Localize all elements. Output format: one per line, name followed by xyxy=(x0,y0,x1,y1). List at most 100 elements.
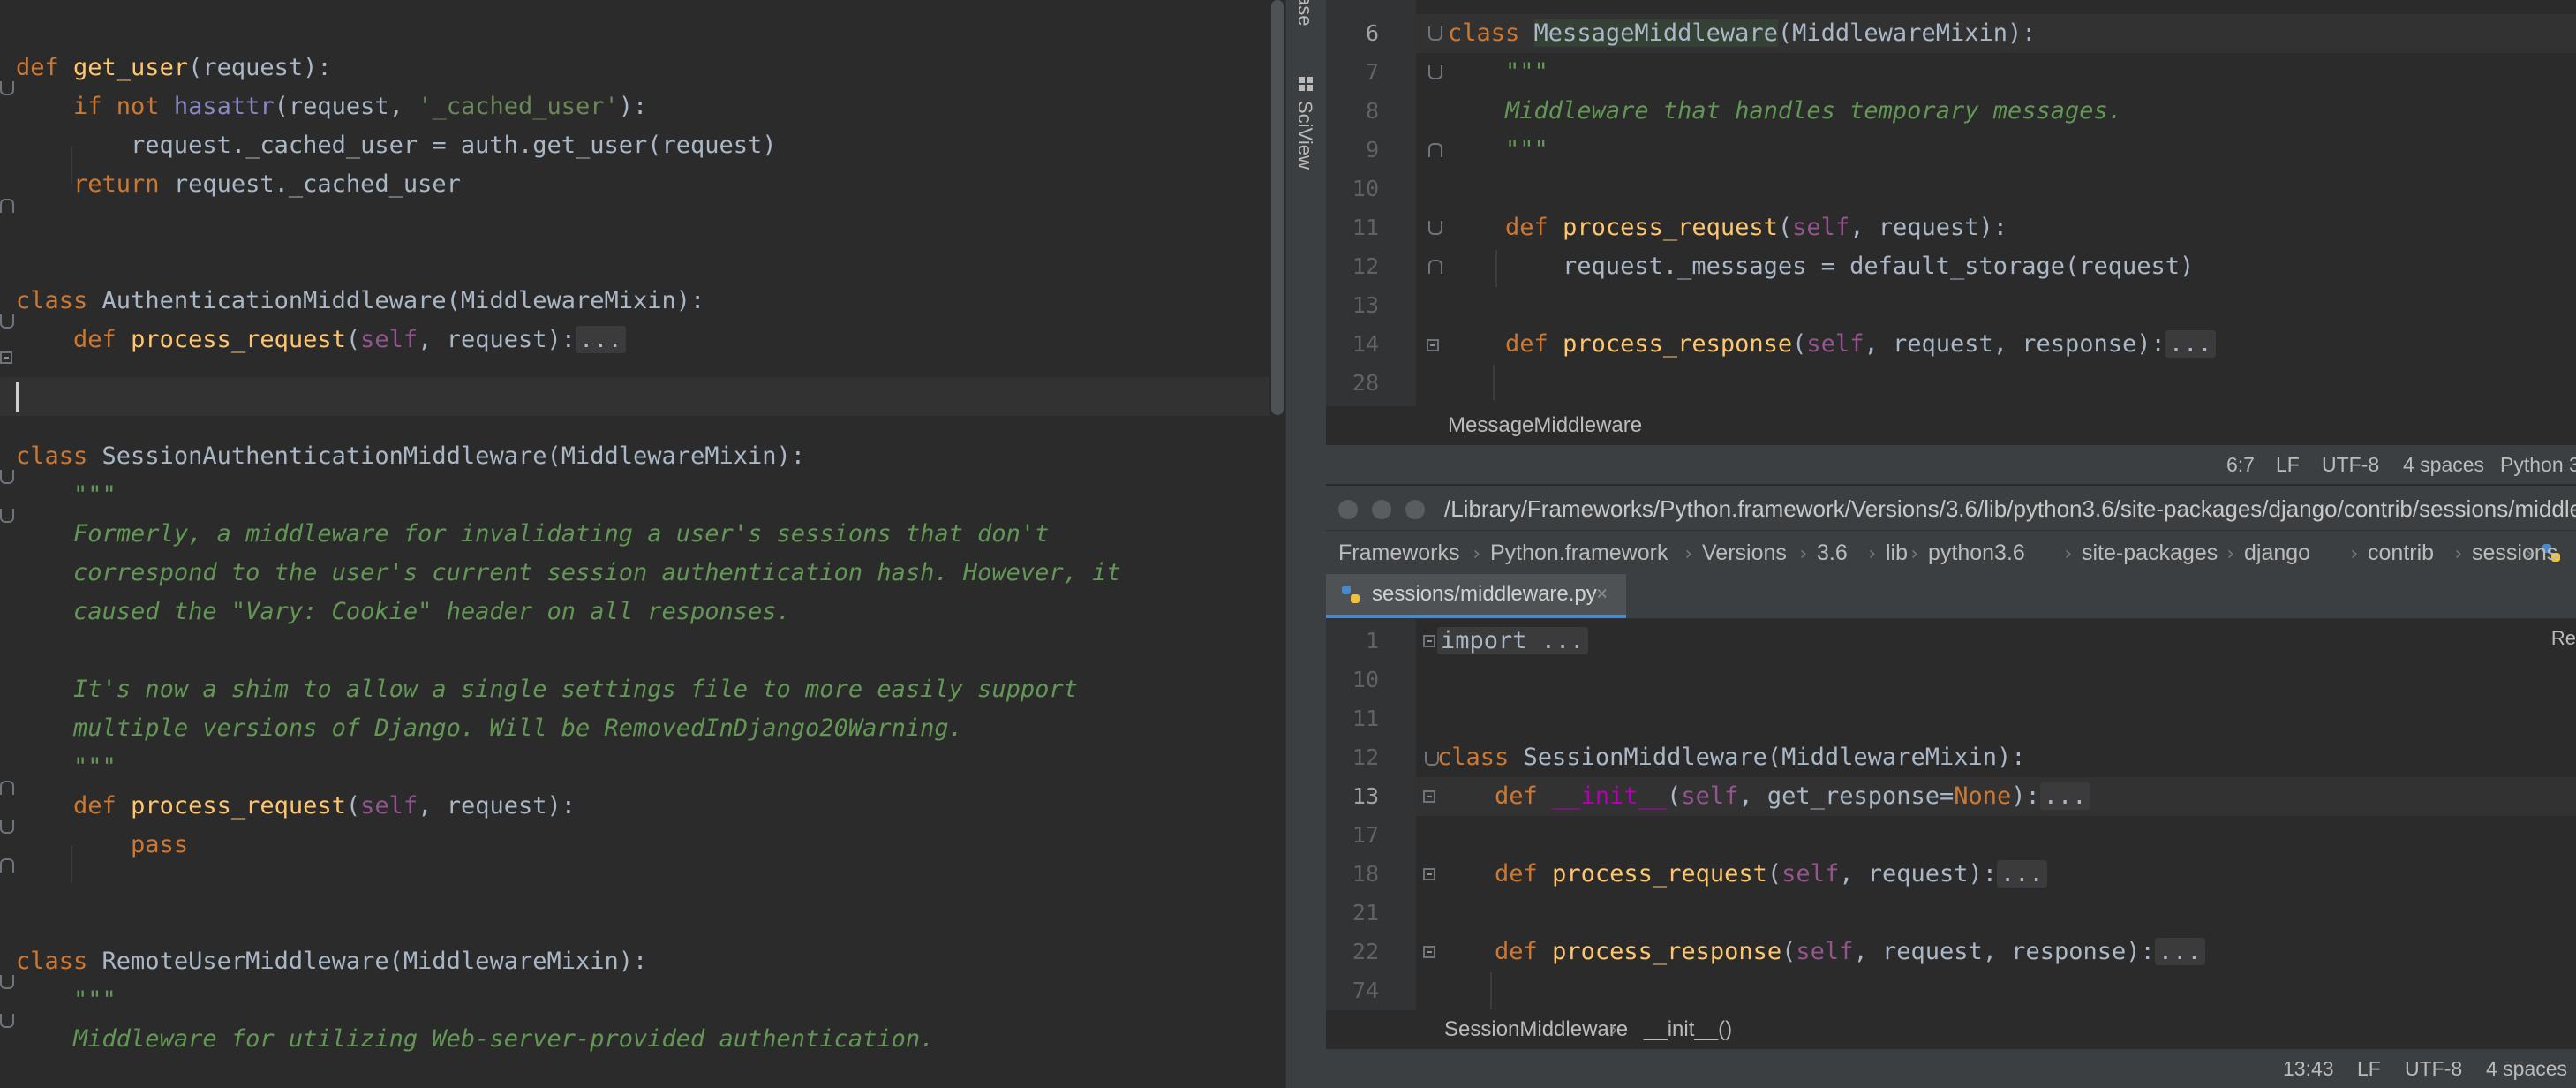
fold-marker-icon[interactable] xyxy=(0,858,14,873)
folded-code-placeholder[interactable]: ... xyxy=(2165,330,2216,358)
nav-crumb[interactable]: Python.framework xyxy=(1490,531,1668,575)
nav-crumb[interactable]: Frameworks xyxy=(1338,531,1460,575)
code-token: def xyxy=(1505,330,1563,358)
fold-marker-icon[interactable] xyxy=(0,509,14,523)
fold-expand-icon[interactable] xyxy=(1423,946,1435,958)
reader-mode-toggle[interactable]: Re xyxy=(2551,619,2576,658)
nav-crumb[interactable]: django xyxy=(2244,531,2310,575)
code-line[interactable]: request._cached_user = auth.get_user(req… xyxy=(16,126,777,165)
status-line-separator[interactable]: LF xyxy=(2276,445,2300,484)
nav-crumb[interactable]: site-packages xyxy=(2082,531,2218,575)
code-line[interactable]: Formerly, a middleware for invalidating … xyxy=(16,515,1049,554)
status-interpreter[interactable]: Python 3 xyxy=(2500,445,2576,484)
fold-marker-icon[interactable] xyxy=(1425,752,1439,766)
status-indent[interactable]: 4 spaces xyxy=(2403,445,2484,484)
fold-marker-icon[interactable] xyxy=(0,781,14,795)
code-line[interactable]: def process_response(self, request, resp… xyxy=(1448,325,2216,364)
fold-marker-icon[interactable] xyxy=(0,199,14,213)
bottom-editor[interactable]: 1 10 11 12 13 17 18 21 22 74 import ... class Sess… xyxy=(1326,619,2576,1010)
breadcrumb-method[interactable]: __init__() xyxy=(1644,1010,1732,1049)
code-line[interactable]: """ xyxy=(1448,131,1548,170)
tab-sessions-middleware[interactable]: sessions/middleware.py × xyxy=(1326,574,1626,618)
close-icon[interactable]: × xyxy=(1596,574,1608,615)
code-token: """ xyxy=(73,986,117,1014)
nav-crumb[interactable]: sessions xyxy=(2472,531,2557,575)
code-line[interactable]: pass xyxy=(16,826,188,865)
fold-marker-icon[interactable] xyxy=(1428,221,1442,235)
code-line[interactable]: class SessionAuthenticationMiddleware(Mi… xyxy=(16,437,805,476)
fold-marker-icon[interactable] xyxy=(0,975,14,989)
code-line[interactable]: class AuthenticationMiddleware(Middlewar… xyxy=(16,282,704,321)
status-indent[interactable]: 4 spaces xyxy=(2486,1049,2567,1088)
folded-code-placeholder[interactable]: ... xyxy=(2154,938,2205,965)
fold-marker-icon[interactable] xyxy=(0,314,14,329)
fold-marker-icon[interactable] xyxy=(1428,65,1442,79)
code-line[interactable]: return request._cached_user xyxy=(16,165,461,204)
status-position[interactable]: 6:7 xyxy=(2226,445,2255,484)
fold-marker-icon[interactable] xyxy=(0,1014,14,1028)
code-line[interactable]: def __init__(self, get_response=None):..… xyxy=(1437,777,2090,816)
code-line[interactable]: correspond to the user's current session… xyxy=(16,554,1121,593)
tool-tab-database[interactable]: ase xyxy=(1293,0,1316,26)
nav-crumb[interactable]: contrib xyxy=(2368,531,2434,575)
fold-marker-icon[interactable] xyxy=(1428,143,1442,157)
code-line[interactable]: """ xyxy=(16,981,117,1020)
breadcrumb-class[interactable]: MessageMiddleware xyxy=(1448,406,1642,445)
status-encoding[interactable]: UTF-8 xyxy=(2322,445,2379,484)
code-line[interactable]: """ xyxy=(16,748,117,787)
zoom-window-button[interactable] xyxy=(1405,500,1425,519)
code-line[interactable]: class SessionMiddleware(MiddlewareMixin)… xyxy=(1437,738,2026,777)
top-editor[interactable]: 6 7 8 9 10 11 12 13 14 28 class MessageMiddleware… xyxy=(1326,0,2576,406)
code-line[interactable]: import ... xyxy=(1437,622,1588,661)
code-line[interactable]: def process_request(self, request): xyxy=(1448,208,2007,247)
code-line[interactable]: def process_response(self, request, resp… xyxy=(1437,933,2205,971)
folded-code-placeholder[interactable]: import ... xyxy=(1437,627,1588,654)
nav-crumb[interactable]: lib xyxy=(1886,531,1908,575)
left-scrollbar-thumb[interactable] xyxy=(1271,0,1284,415)
nav-crumb[interactable]: python3.6 xyxy=(1928,531,2025,575)
folded-code-placeholder[interactable]: ... xyxy=(576,326,626,353)
nav-crumb[interactable]: Versions xyxy=(1702,531,1787,575)
code-line[interactable]: Middleware for utilizing Web-server-prov… xyxy=(16,1020,934,1059)
nav-crumb[interactable]: 3.6 xyxy=(1817,531,1848,575)
fold-expand-icon[interactable] xyxy=(1423,790,1435,803)
fold-expand-icon[interactable] xyxy=(1427,339,1439,351)
code-line[interactable]: class RemoteUserMiddleware(MiddlewareMix… xyxy=(16,942,647,981)
code-line[interactable]: Middleware that handles temporary messag… xyxy=(1448,92,2122,131)
code-token: , request, response): xyxy=(1864,330,2165,358)
fold-expand-icon[interactable] xyxy=(0,351,12,364)
code-line[interactable]: if not hasattr(request, '_cached_user'): xyxy=(16,87,647,126)
fold-marker-icon[interactable] xyxy=(1428,26,1442,41)
fold-expand-icon[interactable] xyxy=(1423,868,1435,880)
code-line[interactable]: def process_request(self, request):... xyxy=(1437,855,2047,894)
fold-marker-icon[interactable] xyxy=(0,470,14,484)
window-title-bar[interactable]: /Library/Frameworks/Python.framework/Ver… xyxy=(1326,484,2576,532)
code-line[interactable]: It's now a shim to allow a single settin… xyxy=(16,670,1078,709)
status-position[interactable]: 13:43 xyxy=(2283,1049,2334,1088)
fold-marker-icon[interactable] xyxy=(0,81,14,95)
tool-tab-sciview[interactable]: SciView xyxy=(1293,101,1316,170)
code-token: class xyxy=(16,442,102,470)
code-line[interactable]: def process_request(self, request): xyxy=(16,787,576,826)
code-line[interactable]: def process_request(self, request):... xyxy=(16,321,626,359)
code-line[interactable]: class MessageMiddleware(MiddlewareMixin)… xyxy=(1448,14,2037,53)
code-line[interactable]: request._messages = default_storage(requ… xyxy=(1448,247,2194,286)
minimize-window-button[interactable] xyxy=(1372,500,1391,519)
folded-code-placeholder[interactable]: ... xyxy=(1997,860,2047,888)
status-line-separator[interactable]: LF xyxy=(2357,1049,2381,1088)
breadcrumb-class[interactable]: SessionMiddleware xyxy=(1444,1010,1628,1049)
code-line[interactable]: multiple versions of Django. Will be Rem… xyxy=(16,709,963,748)
code-line[interactable]: def get_user(request): xyxy=(16,49,332,87)
fold-marker-icon[interactable] xyxy=(1428,260,1442,274)
code-line[interactable]: """ xyxy=(1448,53,1548,92)
close-window-button[interactable] xyxy=(1338,500,1358,519)
left-editor[interactable]: def get_user(request): if not hasattr(re… xyxy=(0,0,1285,1088)
fold-marker-icon[interactable] xyxy=(0,820,14,834)
status-encoding[interactable]: UTF-8 xyxy=(2405,1049,2462,1088)
code-line[interactable]: caused the "Vary: Cookie" header on all … xyxy=(16,593,791,631)
code-line[interactable]: """ xyxy=(16,476,117,515)
fold-expand-icon[interactable] xyxy=(1423,635,1435,647)
folded-code-placeholder[interactable]: ... xyxy=(2039,782,2090,810)
chevron-right-icon: › xyxy=(1909,543,1921,565)
